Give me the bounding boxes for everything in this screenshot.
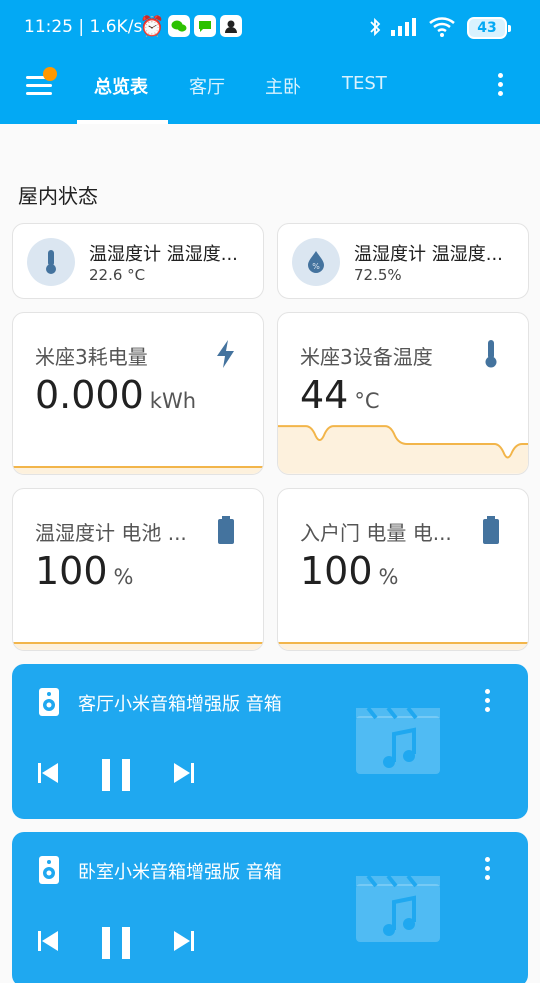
- more-options-button[interactable]: [485, 857, 491, 881]
- pause-button[interactable]: [100, 926, 132, 964]
- thermometer-icon: [478, 339, 504, 369]
- signal-icon: [390, 16, 420, 38]
- sensor-unit: %: [113, 565, 134, 589]
- svg-text:%: %: [312, 262, 320, 271]
- mini-card-humidity[interactable]: % 温湿度计 温湿度... 72.5%: [277, 223, 529, 299]
- previous-track-button[interactable]: [36, 760, 60, 790]
- tab-master-bedroom[interactable]: 主卧: [265, 73, 301, 99]
- sensor-value: 44 °C: [300, 373, 380, 417]
- history-graph: [278, 641, 528, 650]
- notification-badge: [43, 67, 57, 81]
- humidity-icon: %: [292, 238, 340, 286]
- sensor-name: 温湿度计 电池 ...: [35, 521, 187, 545]
- app-header: 11:25 | 1.6K/s ⏰ 43 总览表 客厅 主卧 TEST: [0, 0, 540, 124]
- entity-name: 温湿度计 温湿度...: [354, 244, 503, 265]
- music-video-icon: [356, 706, 440, 774]
- overflow-menu-button[interactable]: [498, 73, 504, 97]
- battery-indicator: 43: [467, 17, 511, 39]
- tab-overview[interactable]: 总览表: [94, 73, 148, 99]
- sensor-name: 入户门 电量 电...: [300, 521, 452, 545]
- status-time-speed: 11:25 | 1.6K/s: [24, 17, 143, 37]
- history-graph: [13, 465, 263, 474]
- media-player-bedroom[interactable]: 卧室小米音箱增强版 音箱: [12, 832, 528, 983]
- media-player-living-room[interactable]: 客厅小米音箱增强版 音箱: [12, 664, 528, 819]
- entity-name: 温湿度计 温湿度...: [89, 244, 238, 265]
- sensor-value: 0.000 kWh: [35, 373, 197, 417]
- mini-card-temperature[interactable]: 温湿度计 温湿度... 22.6 °C: [12, 223, 264, 299]
- wechat-icon: [168, 15, 190, 37]
- media-title: 卧室小米音箱增强版 音箱: [78, 862, 282, 883]
- previous-track-button[interactable]: [36, 928, 60, 958]
- alarm-icon: ⏰: [139, 14, 165, 38]
- sensor-unit: °C: [354, 389, 380, 413]
- wifi-icon: [428, 16, 456, 38]
- sensor-name: 米座3耗电量: [35, 345, 148, 369]
- music-video-icon: [356, 874, 440, 942]
- history-graph: [13, 641, 263, 650]
- media-title: 客厅小米音箱增强版 音箱: [78, 694, 282, 715]
- sensor-card-device-temperature[interactable]: 米座3设备温度 44 °C: [277, 312, 529, 475]
- sensor-name: 米座3设备温度: [300, 345, 433, 369]
- more-options-button[interactable]: [485, 689, 491, 713]
- next-track-button[interactable]: [172, 760, 196, 790]
- next-track-button[interactable]: [172, 928, 196, 958]
- tab-living-room[interactable]: 客厅: [189, 73, 225, 99]
- entity-value: 72.5%: [354, 266, 402, 284]
- battery-icon: [478, 515, 504, 545]
- thermometer-icon: [27, 238, 75, 286]
- battery-icon: [213, 515, 239, 545]
- message-icon: [194, 15, 216, 37]
- active-tab-indicator: [77, 120, 168, 124]
- pause-button[interactable]: [100, 758, 132, 796]
- sensor-unit: kWh: [149, 389, 197, 413]
- entity-value: 22.6 °C: [89, 266, 146, 284]
- sensor-card-battery-door[interactable]: 入户门 电量 电... 100%: [277, 488, 529, 651]
- section-title: 屋内状态: [18, 184, 98, 208]
- bluetooth-icon: [368, 16, 382, 38]
- sensor-value: 100%: [300, 549, 399, 593]
- lightning-icon: [213, 339, 239, 369]
- history-graph: [278, 425, 528, 474]
- speaker-icon: [36, 686, 62, 718]
- app-notification-icon: [220, 15, 242, 37]
- sensor-value: 100%: [35, 549, 134, 593]
- sensor-card-power[interactable]: 米座3耗电量 0.000 kWh: [12, 312, 264, 475]
- sensor-card-battery-hygrometer[interactable]: 温湿度计 电池 ... 100%: [12, 488, 264, 651]
- speaker-icon: [36, 854, 62, 886]
- tab-test[interactable]: TEST: [342, 73, 387, 94]
- sensor-unit: %: [378, 565, 399, 589]
- status-bar: 11:25 | 1.6K/s ⏰ 43: [0, 0, 540, 56]
